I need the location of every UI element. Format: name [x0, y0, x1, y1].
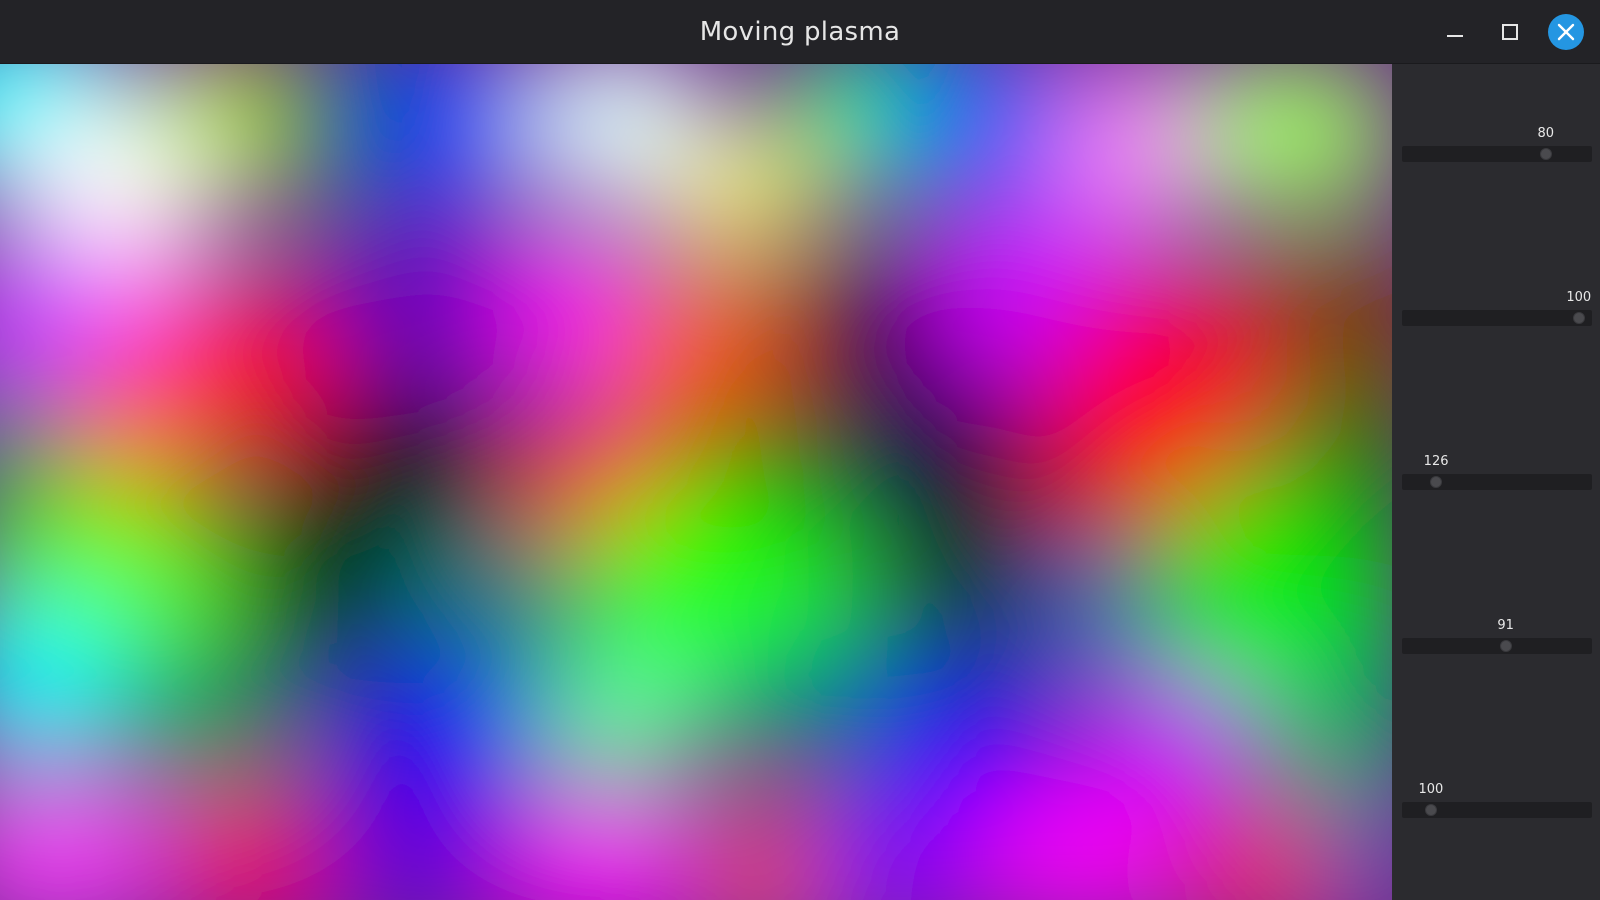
slider-3-thumb[interactable]	[1430, 476, 1443, 488]
maximize-icon	[1502, 24, 1518, 40]
minimize-button[interactable]	[1436, 14, 1472, 50]
close-button[interactable]	[1548, 14, 1584, 50]
slider-3-value: 126	[1423, 454, 1449, 469]
slider-2-track[interactable]	[1402, 310, 1592, 326]
slider-1-thumb[interactable]	[1539, 148, 1552, 160]
close-icon	[1557, 23, 1575, 41]
slider-1-track[interactable]	[1402, 146, 1592, 162]
slider-4-thumb[interactable]	[1499, 640, 1512, 652]
slider-5[interactable]: 100	[1402, 782, 1592, 822]
slider-2[interactable]: 100	[1402, 290, 1592, 330]
slider-5-thumb[interactable]	[1424, 804, 1437, 816]
maximize-button[interactable]	[1492, 14, 1528, 50]
slider-4-track[interactable]	[1402, 638, 1592, 654]
title-bar[interactable]: Moving plasma	[0, 0, 1600, 64]
minimize-icon	[1447, 35, 1463, 37]
slider-4[interactable]: 91	[1402, 618, 1592, 658]
slider-2-value: 100	[1566, 290, 1592, 305]
plasma-image	[0, 64, 1392, 900]
slider-3[interactable]: 126	[1402, 454, 1592, 494]
slider-4-value: 91	[1497, 618, 1514, 633]
slider-1-value: 80	[1537, 126, 1554, 141]
slider-2-thumb[interactable]	[1572, 312, 1585, 324]
window-title: Moving plasma	[699, 17, 901, 47]
plasma-canvas	[0, 64, 1392, 900]
slider-1[interactable]: 80	[1402, 126, 1592, 166]
controls-panel: 80 100 126 91 100	[1392, 64, 1600, 900]
app-window: Moving plasma 80 100 126 91 100	[0, 0, 1600, 900]
slider-5-value: 100	[1418, 782, 1444, 797]
